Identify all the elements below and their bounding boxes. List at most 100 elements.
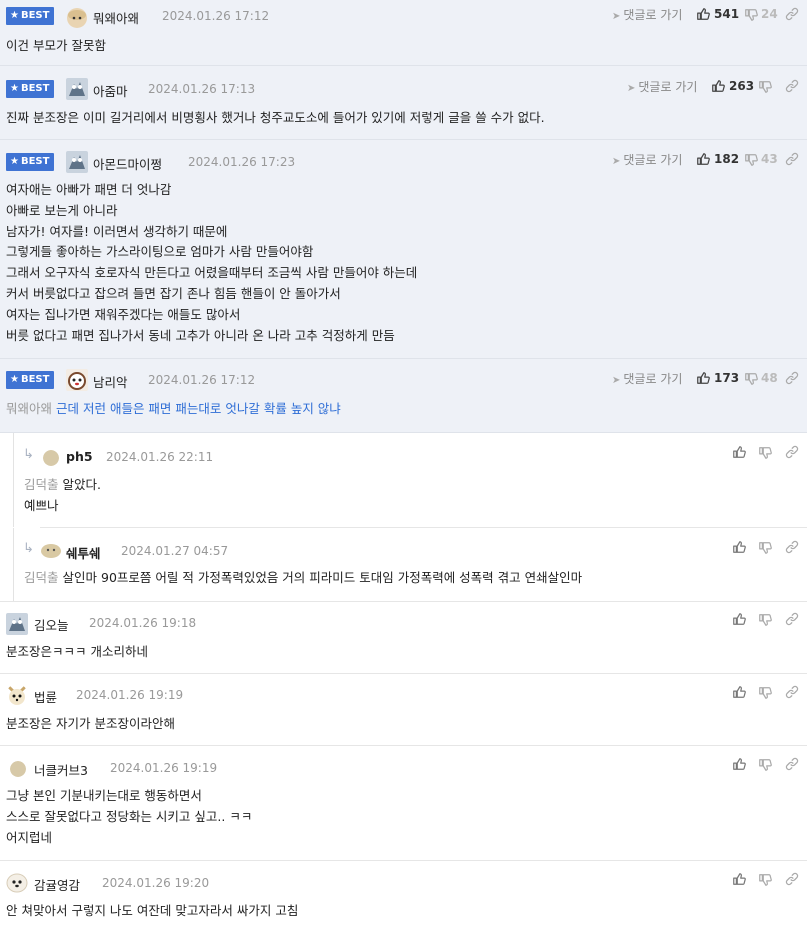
thumbs-down-icon[interactable] bbox=[744, 372, 758, 386]
link-icon[interactable] bbox=[785, 371, 799, 385]
goto-comment-link[interactable]: ➤ 댓글로 가기 bbox=[612, 6, 682, 23]
best-badge: ★ BEST bbox=[6, 7, 55, 25]
best-comment: ★ BEST 아줌마 2024.01.26 17:13 ➤ 댓글로 가기 263 진… bbox=[0, 66, 807, 140]
nickname[interactable]: 남리악 bbox=[93, 372, 128, 391]
link-icon[interactable] bbox=[785, 685, 799, 699]
timestamp: 2024.01.26 19:18 bbox=[89, 616, 197, 630]
arrow-icon: ➤ bbox=[627, 83, 636, 94]
thumbs-down-icon[interactable] bbox=[758, 686, 772, 700]
downvote-count: 43 bbox=[761, 152, 778, 166]
comment-text: 근데 저런 애들은 패면 패는대로 엇나갈 확률 높지 않냐 bbox=[56, 401, 341, 416]
arrow-icon: ➤ bbox=[612, 156, 621, 167]
nickname[interactable]: ph5 bbox=[66, 449, 93, 464]
star-icon: ★ bbox=[10, 374, 19, 385]
avatar bbox=[6, 613, 28, 635]
comment: 김오늘 2024.01.26 19:18 분조장은ㅋㅋㅋ 개소리하네 bbox=[0, 602, 807, 672]
link-icon[interactable] bbox=[785, 540, 799, 554]
thumbs-up-icon[interactable] bbox=[696, 371, 710, 385]
avatar bbox=[66, 78, 88, 100]
mention[interactable]: 김덕출 bbox=[24, 477, 59, 492]
thumbs-down-icon[interactable] bbox=[758, 873, 772, 887]
avatar bbox=[43, 450, 59, 466]
reply-comment: ↳ 쉐투쉐 2024.01.27 04:57 김덕출 살인마 90프로쯤 어릴 적… bbox=[0, 528, 807, 601]
best-comment: ★ BEST 뭐왜아왜 2024.01.26 17:12 ➤ 댓글로 가기 541 … bbox=[0, 0, 807, 66]
nickname[interactable]: 쉐투쉐 bbox=[66, 543, 101, 562]
best-badge: ★ BEST bbox=[6, 153, 55, 171]
reply-comment: ↳ ph5 2024.01.26 22:11 김덕출 알았다. 예쁘나 bbox=[0, 433, 807, 527]
timestamp: 2024.01.26 17:12 bbox=[148, 373, 256, 387]
avatar bbox=[6, 684, 28, 706]
thumbs-down-icon[interactable] bbox=[758, 80, 772, 94]
link-icon[interactable] bbox=[785, 872, 799, 886]
nickname[interactable]: 법륜 bbox=[34, 687, 57, 706]
timestamp: 2024.01.26 19:19 bbox=[76, 688, 184, 702]
link-icon[interactable] bbox=[785, 445, 799, 459]
comment-body: 분조장은ㅋㅋㅋ 개소리하네 bbox=[6, 644, 148, 659]
thumbs-down-icon[interactable] bbox=[758, 613, 772, 627]
thumbs-up-icon[interactable] bbox=[732, 445, 746, 459]
best-badge: ★ BEST bbox=[6, 371, 55, 389]
downvote-count: 48 bbox=[761, 371, 778, 385]
comment-body: 이건 부모가 잘못함 bbox=[6, 38, 106, 53]
upvote-count: 541 bbox=[714, 7, 740, 21]
thumbs-down-icon[interactable] bbox=[744, 8, 758, 22]
comment-body: 김덕출 살인마 90프로쯤 어릴 적 가정폭력있었음 거의 피라미드 토대임 가정… bbox=[24, 570, 583, 585]
goto-comment-link[interactable]: ➤ 댓글로 가기 bbox=[612, 370, 682, 387]
comment-body: 분조장은 자기가 분조장이라안해 bbox=[6, 716, 175, 731]
timestamp: 2024.01.26 19:20 bbox=[102, 876, 210, 890]
avatar bbox=[6, 871, 28, 893]
thumbs-up-icon[interactable] bbox=[732, 872, 746, 886]
avatar bbox=[66, 151, 88, 173]
comment-body: 김덕출 알았다. 예쁘나 bbox=[24, 477, 101, 513]
star-icon: ★ bbox=[10, 10, 19, 21]
comment-body: 여자애는 아빠가 패면 더 엇나감 아빠로 보는게 아니라 남자가! 여자를! … bbox=[6, 182, 418, 343]
nickname[interactable]: 김오늘 bbox=[34, 615, 69, 634]
link-icon[interactable] bbox=[785, 152, 799, 166]
thumbs-up-icon[interactable] bbox=[696, 7, 710, 21]
reply-indent-line bbox=[13, 528, 807, 601]
nickname[interactable]: 감귤영감 bbox=[34, 875, 80, 894]
star-icon: ★ bbox=[10, 156, 19, 167]
thumbs-up-icon[interactable] bbox=[711, 79, 725, 93]
nickname[interactable]: 뭐왜아왜 bbox=[93, 8, 139, 27]
comment: 법륜 2024.01.26 19:19 분조장은 자기가 분조장이라안해 bbox=[0, 674, 807, 745]
timestamp: 2024.01.26 17:12 bbox=[162, 9, 270, 23]
timestamp: 2024.01.26 17:13 bbox=[148, 82, 256, 96]
nickname[interactable]: 너클커브3 bbox=[34, 760, 88, 779]
comment-body: 진짜 분조장은 이미 길거리에서 비명횡사 했거나 청주교도소에 들어가 있기에… bbox=[6, 110, 545, 125]
comment-body: 그냥 본인 기분내키는대로 행동하면서 스스로 잘못없다고 정당화는 시키고 싶… bbox=[6, 788, 253, 845]
link-icon[interactable] bbox=[785, 757, 799, 771]
comment: 너클커브3 2024.01.26 19:19 그냥 본인 기분내키는대로 행동하… bbox=[0, 746, 807, 860]
avatar bbox=[66, 369, 88, 391]
link-icon[interactable] bbox=[785, 612, 799, 626]
thumbs-up-icon[interactable] bbox=[732, 612, 746, 626]
goto-comment-link[interactable]: ➤ 댓글로 가기 bbox=[627, 78, 697, 95]
goto-comment-link[interactable]: ➤ 댓글로 가기 bbox=[612, 151, 682, 168]
best-comment: ★ BEST 아몬드마이쩡 2024.01.26 17:23 ➤ 댓글로 가기 18… bbox=[0, 140, 807, 359]
comment: 감귤영감 2024.01.26 19:20 안 쳐맞아서 구렇지 나도 여잔데 … bbox=[0, 861, 807, 929]
link-icon[interactable] bbox=[785, 7, 799, 21]
nickname[interactable]: 아줌마 bbox=[93, 81, 128, 100]
thumbs-up-icon[interactable] bbox=[696, 152, 710, 166]
thumbs-down-icon[interactable] bbox=[758, 541, 772, 555]
reply-arrow-icon: ↳ bbox=[23, 447, 34, 462]
thumbs-down-icon[interactable] bbox=[758, 758, 772, 772]
mention[interactable]: 뭐왜아왜 bbox=[6, 401, 52, 416]
arrow-icon: ➤ bbox=[612, 11, 621, 22]
thumbs-down-icon[interactable] bbox=[758, 446, 772, 460]
avatar bbox=[40, 541, 62, 559]
thumbs-up-icon[interactable] bbox=[732, 540, 746, 554]
upvote-count: 263 bbox=[729, 79, 755, 93]
avatar bbox=[66, 6, 88, 28]
thumbs-up-icon[interactable] bbox=[732, 685, 746, 699]
thumbs-up-icon[interactable] bbox=[732, 757, 746, 771]
reply-arrow-icon: ↳ bbox=[23, 541, 34, 556]
upvote-count: 173 bbox=[714, 371, 740, 385]
best-badge: ★ BEST bbox=[6, 80, 55, 98]
avatar bbox=[10, 761, 26, 777]
link-icon[interactable] bbox=[785, 79, 799, 93]
mention[interactable]: 김덕출 bbox=[24, 570, 59, 585]
nickname[interactable]: 아몬드마이쩡 bbox=[93, 154, 162, 173]
thumbs-down-icon[interactable] bbox=[744, 153, 758, 167]
star-icon: ★ bbox=[10, 83, 19, 94]
